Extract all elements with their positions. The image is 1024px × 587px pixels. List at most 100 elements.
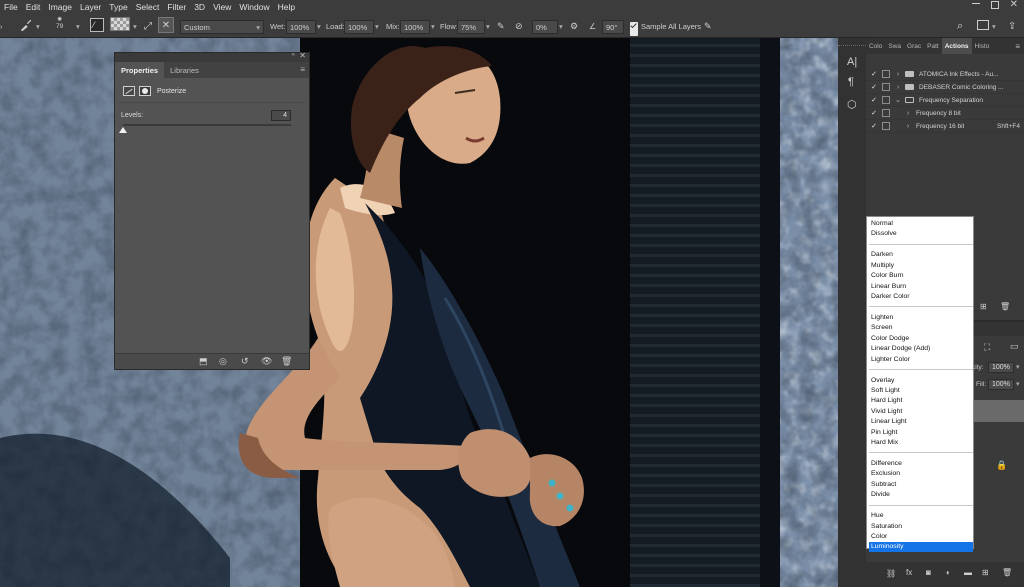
- smoothing-options-icon[interactable]: ⚙: [570, 19, 578, 33]
- pressure-size-icon[interactable]: ✎: [704, 19, 712, 33]
- clean-brush-icon[interactable]: ✕: [158, 17, 174, 33]
- restore-icon[interactable]: [991, 1, 999, 9]
- blend-mode-option[interactable]: Subtract: [869, 480, 973, 490]
- tab-actions[interactable]: Actions: [941, 38, 972, 54]
- load-field[interactable]: 100%: [344, 20, 374, 34]
- menu-image[interactable]: Image: [48, 2, 72, 12]
- load-swatch-chevron-icon[interactable]: ▾: [133, 19, 137, 33]
- visibility-icon[interactable]: 👁: [261, 356, 272, 367]
- tab-color[interactable]: Colo: [866, 38, 885, 54]
- transform-icon[interactable]: ⛶: [984, 342, 990, 353]
- blend-mode-option[interactable]: Normal: [869, 219, 973, 229]
- toggle-check-icon[interactable]: ✓: [870, 70, 878, 78]
- blend-mode-option[interactable]: Color Burn: [869, 271, 973, 281]
- blend-mode-option[interactable]: Exclusion: [869, 469, 973, 479]
- flow-field[interactable]: 75%: [457, 20, 485, 34]
- blend-mode-option[interactable]: Darker Color: [869, 292, 973, 302]
- blend-mode-option[interactable]: Multiply: [869, 261, 973, 271]
- layer-row-selected[interactable]: [974, 400, 1024, 422]
- collapse-icon[interactable]: «: [292, 52, 295, 58]
- blend-preset-select[interactable]: Custom ▾: [180, 20, 264, 34]
- blend-mode-option[interactable]: Color Dodge: [869, 334, 973, 344]
- angle-field[interactable]: 90°: [602, 20, 624, 34]
- layer-style-icon[interactable]: fx: [906, 568, 912, 577]
- minimize-icon[interactable]: [972, 3, 980, 4]
- workspace-chevron-icon[interactable]: ▾: [992, 19, 996, 33]
- blend-mode-option[interactable]: Linear Light: [869, 417, 973, 427]
- tool-preset-chevron-icon[interactable]: ▾: [36, 19, 40, 33]
- airbrush-icon[interactable]: ✎: [497, 19, 505, 33]
- blend-mode-option[interactable]: Difference: [869, 459, 973, 469]
- smoothing-chevron-icon[interactable]: ▾: [559, 19, 563, 33]
- link-layers-icon[interactable]: ⛓: [886, 569, 896, 578]
- expand-arrow-icon[interactable]: ›: [904, 123, 912, 130]
- current-load-swatch[interactable]: [110, 17, 130, 31]
- menu-3d[interactable]: 3D: [194, 2, 205, 12]
- adjustment-icon[interactable]: ◐: [946, 568, 951, 577]
- move-tool-edge-icon[interactable]: ›: [0, 19, 3, 33]
- action-set-row[interactable]: ✓ › ATOMICA Ink Effects - Au...: [866, 68, 1024, 81]
- wet-chevron-icon[interactable]: ▾: [317, 19, 321, 33]
- tab-swatches[interactable]: Swa: [885, 38, 904, 54]
- blend-mode-option[interactable]: Vivid Light: [869, 407, 973, 417]
- levels-slider-thumb[interactable]: [119, 127, 127, 133]
- blend-mode-option[interactable]: Screen: [869, 323, 973, 333]
- blend-mode-option[interactable]: Color: [869, 532, 973, 542]
- clip-to-layer-icon[interactable]: ⬒: [199, 356, 208, 367]
- menu-select[interactable]: Select: [136, 2, 160, 12]
- expand-arrow-icon[interactable]: ›: [894, 84, 902, 91]
- blend-mode-option[interactable]: Lighter Color: [869, 355, 973, 365]
- blend-mode-option[interactable]: Overlay: [869, 376, 973, 386]
- blend-mode-option[interactable]: Soft Light: [869, 386, 973, 396]
- reset-icon[interactable]: ↺: [241, 356, 249, 367]
- toggle-check-icon[interactable]: ✓: [870, 96, 878, 104]
- action-set-row[interactable]: ✓ › DEBASER Comic Coloring ...: [866, 81, 1024, 94]
- menu-view[interactable]: View: [213, 2, 231, 12]
- action-set-row[interactable]: ✓ ⌄ Frequency Separation: [866, 94, 1024, 107]
- action-row[interactable]: ✓ › Frequency 16 bit Shft+F4: [866, 120, 1024, 133]
- paragraph-panel-icon[interactable]: ¶: [848, 76, 854, 88]
- mix-field[interactable]: 100%: [400, 20, 430, 34]
- dialog-toggle-icon[interactable]: [882, 122, 890, 130]
- layer-mask-icon[interactable]: [139, 86, 151, 96]
- dock-menu-icon[interactable]: ≡: [1015, 42, 1020, 51]
- tab-libraries[interactable]: Libraries: [164, 62, 205, 78]
- blend-mode-option[interactable]: Saturation: [869, 522, 973, 532]
- toggle-check-icon[interactable]: ✓: [870, 122, 878, 130]
- new-action-icon[interactable]: ⊞: [980, 302, 987, 311]
- share-icon[interactable]: ⇪: [1008, 19, 1016, 33]
- delete-layer-icon[interactable]: 🗑: [1002, 568, 1012, 577]
- blend-mode-option[interactable]: Hard Light: [869, 396, 973, 406]
- new-layer-icon[interactable]: ⊞: [982, 568, 989, 577]
- tab-histogram[interactable]: Histo: [972, 38, 993, 54]
- dialog-toggle-icon[interactable]: [882, 109, 890, 117]
- frame-icon[interactable]: ▭: [1010, 341, 1019, 352]
- mix-chevron-icon[interactable]: ▾: [431, 19, 435, 33]
- opacity-chevron-icon[interactable]: ▾: [1016, 363, 1020, 371]
- tab-gradients[interactable]: Grac: [904, 38, 924, 54]
- tab-properties[interactable]: Properties: [115, 62, 165, 78]
- search-icon[interactable]: ⌕: [957, 19, 963, 33]
- load-chevron-icon[interactable]: ▾: [375, 19, 379, 33]
- flow-chevron-icon[interactable]: ▾: [486, 19, 490, 33]
- dialog-toggle-icon[interactable]: [882, 83, 890, 91]
- blend-mode-option[interactable]: Hard Mix: [869, 438, 973, 448]
- add-mask-icon[interactable]: ◙: [926, 568, 931, 577]
- blend-mode-option[interactable]: Darken: [869, 250, 973, 260]
- fill-chevron-icon[interactable]: ▾: [1016, 380, 1020, 388]
- blend-mode-option[interactable]: Divide: [869, 490, 973, 500]
- panel-menu-icon[interactable]: ≡: [300, 65, 305, 74]
- blend-mode-dropdown[interactable]: Normal Dissolve Darken Multiply Color Burn Li…: [866, 216, 974, 553]
- blend-mode-option[interactable]: Pin Light: [869, 428, 973, 438]
- view-previous-icon[interactable]: ◎: [219, 356, 227, 367]
- toggle-check-icon[interactable]: ✓: [870, 109, 878, 117]
- group-icon[interactable]: ▬: [964, 568, 972, 577]
- fill-field[interactable]: 100%: [988, 379, 1014, 390]
- levels-input[interactable]: 4: [271, 110, 291, 121]
- dialog-toggle-icon[interactable]: [882, 70, 890, 78]
- lock-icon[interactable]: 🔒: [996, 460, 1007, 471]
- expand-arrow-icon[interactable]: ›: [894, 71, 902, 78]
- dialog-toggle-icon[interactable]: [882, 96, 890, 104]
- toggle-check-icon[interactable]: ✓: [870, 83, 878, 91]
- blend-mode-option[interactable]: Linear Burn: [869, 282, 973, 292]
